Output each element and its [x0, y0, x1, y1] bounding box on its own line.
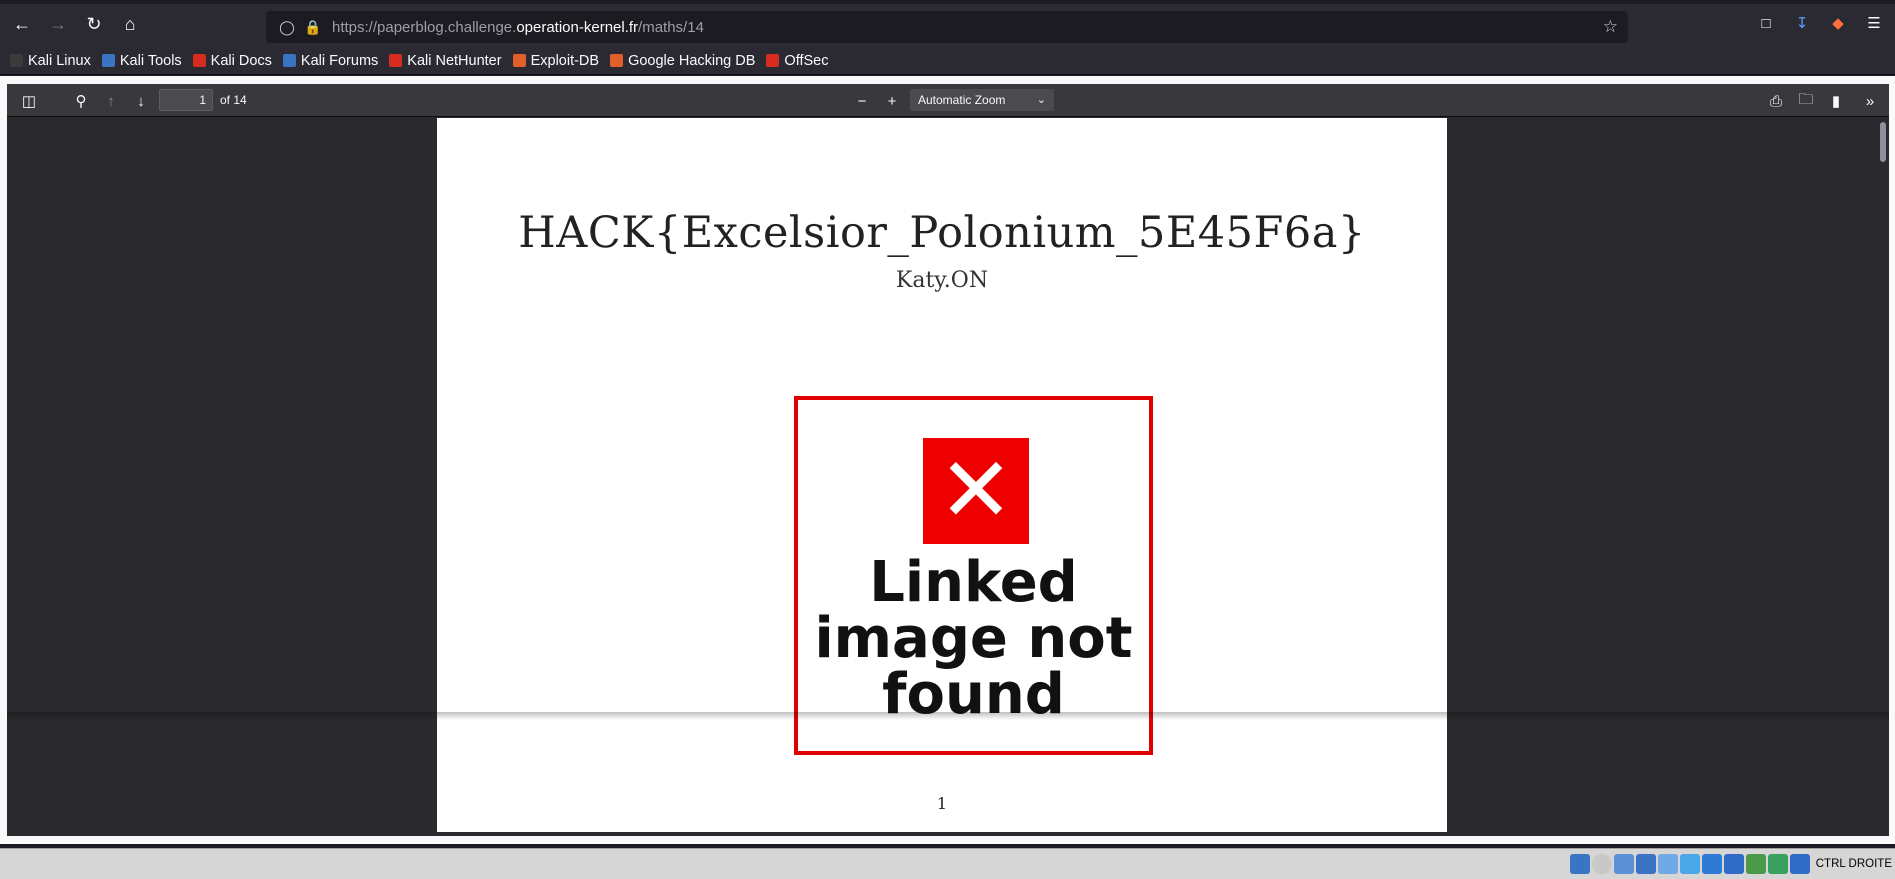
cpu-icon[interactable] — [1745, 854, 1766, 874]
page-boundary-shadow — [7, 712, 1889, 720]
zoom-in-icon[interactable]: + — [880, 90, 904, 112]
previous-page-icon[interactable]: ↑ — [99, 90, 123, 112]
zoom-select[interactable]: Automatic Zoom ⌄ — [910, 89, 1054, 111]
pdf-page: HACK{Excelsior_Polonium_5E45F6a} Katy.ON… — [437, 118, 1447, 832]
audio-icon[interactable] — [1613, 854, 1634, 874]
bookmark-kali-tools[interactable]: Kali Tools — [101, 53, 182, 69]
broken-image-placeholder: ✕ Linked image not found — [794, 396, 1153, 755]
bookmark-kali-forums[interactable]: Kali Forums — [282, 53, 378, 69]
exploit-db-favicon-icon — [512, 54, 526, 67]
url-text[interactable]: https://paperblog.challenge.operation-ke… — [332, 19, 704, 36]
kali-nethunter-favicon-icon — [389, 54, 403, 67]
next-page-icon[interactable]: ↓ — [129, 90, 153, 112]
browser-toolbar: ← → ↻ ⌂ ◯ 🔒 https://paperblog.challenge.… — [0, 0, 1895, 47]
host-key-label: CTRL DROITE — [1815, 858, 1892, 870]
pdf-pages-container[interactable]: HACK{Excelsior_Polonium_5E45F6a} Katy.ON… — [7, 118, 1889, 836]
bookmark-offsec[interactable]: OffSec — [766, 53, 828, 69]
page-number-input[interactable]: 1 — [159, 89, 213, 111]
google-hacking-db-favicon-icon — [610, 54, 624, 67]
kali-linux-favicon-icon — [10, 54, 23, 67]
system-tray: CTRL DROITE — [1569, 854, 1892, 874]
bookmarks-bar: Kali Linux Kali Tools Kali Docs Kali For… — [0, 47, 1895, 75]
back-arrow-icon[interactable]: ← — [4, 6, 40, 42]
broken-image-text: Linked image not found — [814, 550, 1133, 727]
video-capture-icon[interactable] — [1701, 854, 1722, 874]
document-title: HACK{Excelsior_Polonium_5E45F6a} — [518, 208, 1366, 258]
bookmark-kali-nethunter[interactable]: Kali NetHunter — [389, 53, 502, 69]
download-icon[interactable]: ↧ — [1791, 12, 1813, 34]
bookmark-star-icon[interactable]: ☆ — [1603, 17, 1618, 37]
network-icon[interactable] — [1569, 854, 1590, 874]
print-icon[interactable]: ⎙ — [1764, 90, 1788, 112]
keyboard-arrow-icon[interactable] — [1789, 854, 1810, 874]
extension-icon[interactable]: ◆ — [1827, 12, 1849, 34]
url-bar[interactable]: ◯ 🔒 https://paperblog.challenge.operatio… — [266, 11, 1628, 43]
pdf-toolbar: ◫ ⚲ ↑ ↓ 1 of 14 − + Automatic Zoom ⌄ ⎙ 🗀… — [7, 84, 1889, 117]
reload-icon[interactable]: ↻ — [76, 6, 112, 42]
bookmark-google-hacking-db[interactable]: Google Hacking DB — [610, 53, 755, 69]
search-icon[interactable]: ⚲ — [69, 90, 93, 112]
display-icon[interactable] — [1679, 854, 1700, 874]
forward-arrow-icon[interactable]: → — [40, 6, 76, 42]
chevron-down-icon: ⌄ — [1036, 94, 1046, 106]
home-icon[interactable]: ⌂ — [112, 6, 148, 42]
shared-folder-icon[interactable] — [1657, 854, 1678, 874]
error-x-icon: ✕ — [923, 438, 1029, 544]
pdf-viewer: ◫ ⚲ ↑ ↓ 1 of 14 − + Automatic Zoom ⌄ ⎙ 🗀… — [7, 84, 1889, 836]
kali-docs-favicon-icon — [192, 54, 206, 67]
network-adapter-icon[interactable] — [1723, 854, 1744, 874]
bookmark-exploit-db[interactable]: Exploit-DB — [512, 53, 599, 69]
document-author: Katy.ON — [895, 268, 989, 293]
offsec-favicon-icon — [766, 54, 780, 67]
sidebar-toggle-icon[interactable]: ◫ — [17, 90, 41, 112]
kali-tools-favicon-icon — [101, 54, 115, 67]
page-count: of 14 — [220, 93, 247, 107]
scrollbar-thumb[interactable] — [1880, 122, 1886, 162]
usb-icon[interactable] — [1635, 854, 1656, 874]
kali-forums-favicon-icon — [282, 54, 296, 67]
mouse-integration-icon[interactable] — [1767, 854, 1788, 874]
vertical-scrollbar[interactable] — [1879, 122, 1887, 832]
pocket-icon[interactable]: □ — [1755, 12, 1777, 34]
shield-icon[interactable]: ◯ — [274, 19, 300, 36]
zoom-out-icon[interactable]: − — [850, 90, 874, 112]
lock-icon[interactable]: 🔒 — [300, 19, 326, 36]
save-icon[interactable]: 🗀 — [1794, 90, 1818, 112]
menu-icon[interactable]: ☰ — [1863, 12, 1885, 34]
tools-menu-icon[interactable]: » — [1858, 90, 1882, 112]
bookmark-icon[interactable]: ▮ — [1824, 90, 1848, 112]
bookmark-kali-docs[interactable]: Kali Docs — [192, 53, 272, 69]
pdf-viewer-frame: ◫ ⚲ ↑ ↓ 1 of 14 − + Automatic Zoom ⌄ ⎙ 🗀… — [0, 76, 1895, 844]
bookmark-kali-linux[interactable]: Kali Linux — [10, 53, 91, 69]
optical-drive-icon[interactable] — [1591, 854, 1612, 874]
host-status-bar: CTRL DROITE — [0, 848, 1895, 879]
page-number: 1 — [936, 794, 948, 813]
